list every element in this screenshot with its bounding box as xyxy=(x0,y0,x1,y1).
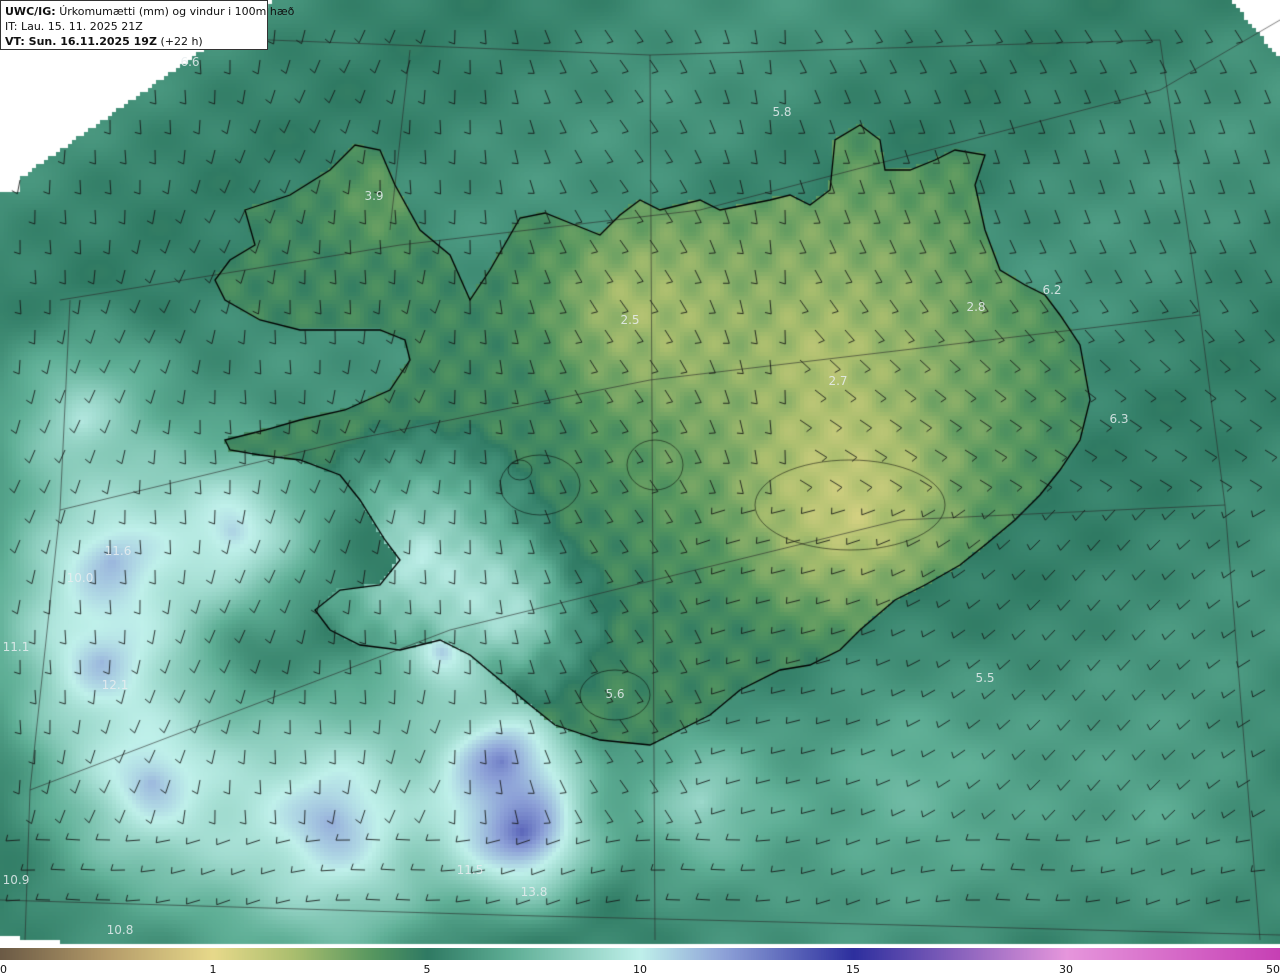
precip-value-label: 11.5 xyxy=(456,863,484,877)
product-code: UWC/IG: xyxy=(5,5,56,18)
precip-value-label: 6.2 xyxy=(1042,283,1062,297)
precip-value-label: 11.1 xyxy=(2,640,30,654)
init-time: IT: Lau. 15. 11. 2025 21Z xyxy=(5,20,143,33)
forecast-lead-time: (+22 h) xyxy=(160,35,203,48)
map-title-line: UWC/IG: Úrkomumætti (mm) og vindur i 100… xyxy=(5,4,294,19)
colorbar-gradient xyxy=(0,948,1280,960)
colorbar-tick-label: 10 xyxy=(633,963,647,976)
precip-value-label: 12.1 xyxy=(101,678,129,692)
valid-time: VT: Sun. 16.11.2025 19Z xyxy=(5,35,157,48)
precip-value-label: 10.0 xyxy=(66,571,94,585)
colorbar-tick-label: 15 xyxy=(846,963,860,976)
precip-value-label: 2.8 xyxy=(966,300,986,314)
colorbar-legend: 0 1 5 10 15 30 50 xyxy=(0,948,1280,978)
precip-value-label: 6.3 xyxy=(1109,412,1129,426)
colorbar-tick-label: 5 xyxy=(423,963,431,976)
precip-value-label: 10.9 xyxy=(2,873,30,887)
map-info-box: UWC/IG: Úrkomumætti (mm) og vindur i 100… xyxy=(0,0,294,50)
precip-value-label: 3.9 xyxy=(364,189,384,203)
precip-value-label: 2.7 xyxy=(828,374,848,388)
precip-value-label: 5.8 xyxy=(772,105,792,119)
precip-value-label: 13.8 xyxy=(520,885,548,899)
precip-value-label: 11.6 xyxy=(104,544,132,558)
colorbar-tick-label: 1 xyxy=(209,963,217,976)
valid-time-line: VT: Sun. 16.11.2025 19Z (+22 h) xyxy=(5,34,263,49)
precip-value-label: 2.5 xyxy=(620,313,640,327)
precipitation-wind-map xyxy=(0,0,1280,948)
map-title: Úrkomumætti (mm) og vindur i 100m hæð xyxy=(59,5,295,18)
colorbar-tick-label: 50 xyxy=(1266,963,1280,976)
colorbar-tick-label: 30 xyxy=(1059,963,1073,976)
precip-value-label: 5.6 xyxy=(605,687,625,701)
precip-value-label: 6.6 xyxy=(180,55,200,69)
colorbar-tick-label: 0 xyxy=(0,963,7,976)
precip-value-label: 5.5 xyxy=(975,671,995,685)
precip-value-label: 10.8 xyxy=(106,923,134,937)
